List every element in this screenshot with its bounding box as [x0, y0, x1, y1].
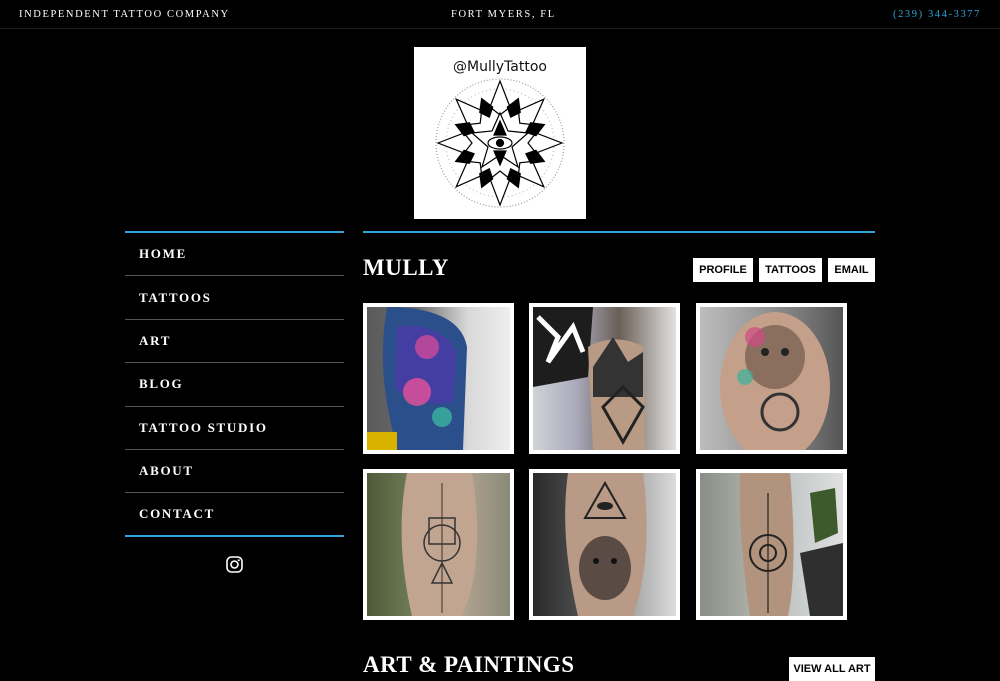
- gallery-thumb[interactable]: [696, 303, 847, 454]
- nav-item-home[interactable]: HOME: [125, 233, 344, 277]
- tattoo-photo: [533, 473, 676, 616]
- nav-item-blog[interactable]: BLOG: [125, 363, 344, 407]
- nav-item-tattoos[interactable]: TATTOOS: [125, 276, 344, 320]
- top-bar: INDEPENDENT TATTOO COMPANY FORT MYERS, F…: [0, 0, 1000, 29]
- artist-logo: @MullyTattoo: [414, 47, 586, 219]
- phone-link[interactable]: (239) 344-3377: [893, 9, 981, 20]
- gallery-thumb[interactable]: [529, 469, 680, 620]
- artist-title: MULLY: [363, 255, 449, 280]
- main-divider: [363, 231, 875, 233]
- tattoos-button[interactable]: TATTOOS: [759, 258, 822, 282]
- art-section-heading: ART & PAINTINGS: [363, 652, 575, 677]
- nav-item-about[interactable]: ABOUT: [125, 450, 344, 494]
- email-button[interactable]: EMAIL: [828, 258, 875, 282]
- profile-button[interactable]: PROFILE: [693, 258, 753, 282]
- nav-item-contact[interactable]: CONTACT: [125, 493, 344, 538]
- tattoo-photo: [700, 473, 843, 616]
- logo-handle: @MullyTattoo: [453, 59, 547, 75]
- location-text: FORT MYERS, FL: [451, 9, 556, 20]
- gallery-thumb[interactable]: [696, 469, 847, 620]
- gallery-thumb[interactable]: [363, 469, 514, 620]
- view-all-art-button[interactable]: VIEW ALL ART: [789, 657, 875, 681]
- side-nav: HOME TATTOOS ART BLOG TATTOO STUDIO ABOU…: [125, 231, 344, 538]
- nav-item-tattoo-studio[interactable]: TATTOO STUDIO: [125, 407, 344, 450]
- instagram-icon[interactable]: [226, 556, 243, 573]
- tattoo-photo: [700, 307, 843, 450]
- tattoo-photo: [367, 473, 510, 616]
- company-name[interactable]: INDEPENDENT TATTOO COMPANY: [19, 9, 230, 20]
- tattoo-photo: [367, 307, 510, 450]
- nav-item-art[interactable]: ART: [125, 320, 344, 364]
- gallery-thumb[interactable]: [529, 303, 680, 454]
- tattoo-photo: [533, 307, 676, 450]
- gallery-thumb[interactable]: [363, 303, 514, 454]
